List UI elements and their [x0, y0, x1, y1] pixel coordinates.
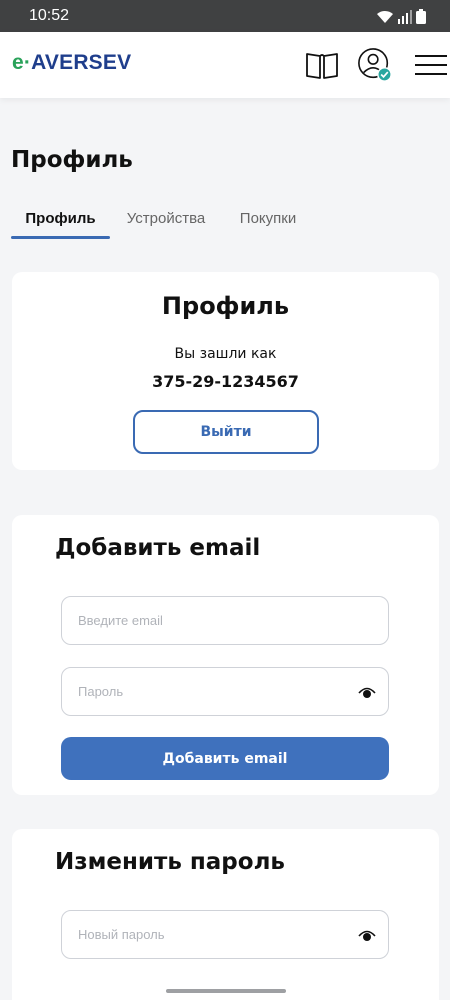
eye-icon [358, 687, 376, 698]
status-bar: 10:52 [0, 0, 450, 32]
book-icon [306, 53, 338, 79]
profile-card: Профиль Вы зашли как 375-29-1234567 Выйт… [12, 272, 439, 470]
new-password-input[interactable] [78, 911, 348, 958]
logged-in-label: Вы зашли как [174, 346, 277, 362]
page-title: Профиль [11, 147, 133, 173]
add-email-card: Добавить email Добавить email [12, 515, 439, 795]
active-tab-underline [11, 236, 110, 239]
menu-button[interactable] [413, 47, 449, 83]
tab-devices[interactable]: Устройства [118, 200, 214, 238]
eye-icon [358, 930, 376, 941]
home-indicator[interactable] [166, 989, 286, 993]
profile-button[interactable] [357, 47, 393, 83]
battery-icon [416, 9, 426, 24]
profile-card-title: Профиль [161, 292, 290, 320]
add-email-button[interactable]: Добавить email [61, 737, 389, 780]
aversev-logo[interactable]: e·AVERSEV [12, 51, 131, 75]
email-input[interactable] [78, 597, 348, 644]
wifi-icon [377, 10, 393, 23]
change-password-card: Изменить пароль [12, 829, 439, 1000]
tab-profile[interactable]: Профиль [11, 200, 110, 238]
toggle-new-password-visibility[interactable] [356, 925, 378, 945]
password-field[interactable] [61, 667, 389, 716]
status-icons [376, 9, 426, 24]
password-input[interactable] [78, 668, 348, 715]
toggle-password-visibility[interactable] [356, 682, 378, 702]
app-header: e·AVERSEV [0, 32, 450, 98]
change-password-title: Изменить пароль [55, 849, 285, 875]
add-email-title: Добавить email [55, 535, 261, 561]
user-icon [358, 48, 392, 82]
logout-button[interactable]: Выйти [133, 410, 319, 454]
phone-number: 375-29-1234567 [152, 372, 299, 391]
status-time: 10:52 [29, 7, 70, 24]
profile-tabs: Профиль Устройства Покупки [11, 200, 439, 240]
new-password-field[interactable] [61, 910, 389, 959]
tab-purchases[interactable]: Покупки [232, 200, 304, 238]
hamburger-menu-icon [415, 55, 447, 75]
signal-icon [398, 10, 412, 24]
book-button[interactable] [304, 47, 340, 83]
email-field[interactable] [61, 596, 389, 645]
